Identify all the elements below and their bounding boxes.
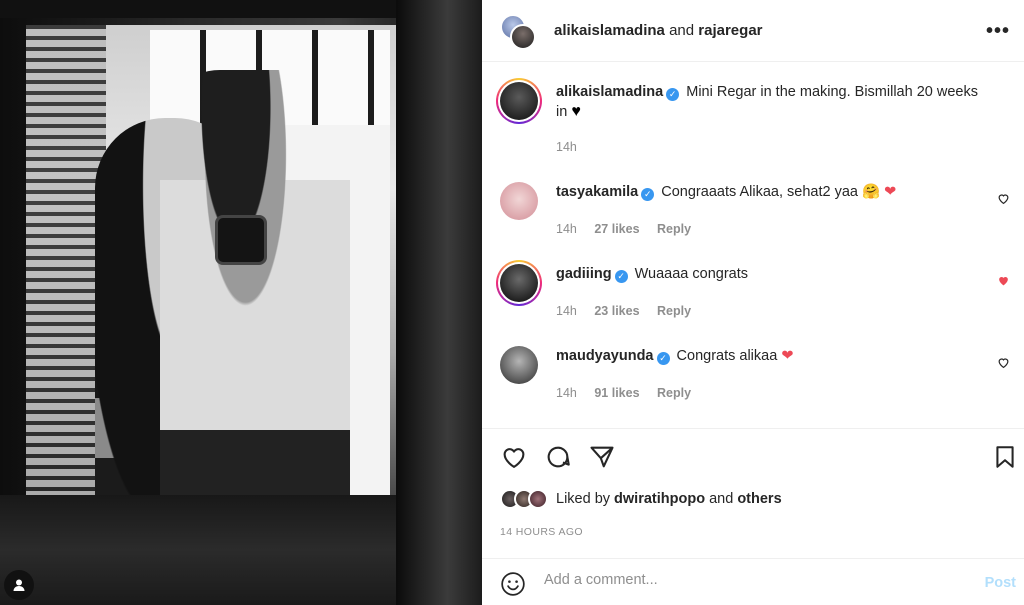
comment-meta: 14h 27 likes Reply	[556, 222, 705, 236]
caption-meta: 14h	[556, 140, 591, 154]
verified-icon: ✓	[614, 270, 628, 283]
comment-bubble-icon[interactable]	[544, 443, 572, 471]
comment-time[interactable]: 14h	[556, 222, 577, 236]
caption-time[interactable]: 14h	[556, 140, 577, 154]
more-horizontal-icon[interactable]: •••	[986, 20, 1010, 43]
avatar	[500, 264, 538, 302]
comment-likes[interactable]: 23 likes	[594, 304, 639, 318]
comment-body: Congraaats Alikaa, sehat2 yaa	[661, 184, 858, 200]
comment-text: tasyakamila ✓ Congraaats Alikaa, sehat2 y…	[556, 182, 986, 202]
photo-right-edge	[396, 0, 482, 605]
comment-meta: 14h 23 likes Reply	[556, 304, 705, 318]
comment-input[interactable]	[544, 572, 944, 588]
comment-emoji: 🤗 ❤	[861, 184, 897, 200]
liked-by-joiner: and	[709, 491, 734, 507]
caption-username[interactable]: alikaislamadina	[556, 84, 663, 100]
header-avatars[interactable]	[500, 14, 540, 50]
verified-icon: ✓	[656, 352, 670, 365]
like-heart-icon[interactable]	[500, 443, 528, 471]
comment-text: gadiiing ✓ Wuaaaa congrats	[556, 264, 986, 284]
comment-likes[interactable]: 27 likes	[594, 222, 639, 236]
tagged-user-icon[interactable]	[4, 570, 34, 600]
comment-emoji: ❤	[781, 348, 794, 364]
comment-body: Congrats alikaa	[676, 348, 778, 364]
share-send-icon[interactable]	[588, 443, 616, 471]
comment-username[interactable]: tasyakamila	[556, 184, 638, 200]
heart-emoji: ♥	[571, 103, 581, 120]
avatar	[528, 489, 548, 509]
photo-camera	[215, 215, 267, 265]
post-header: alikaislamadina and rajaregar •••	[482, 0, 1024, 62]
liked-by-prefix: Liked by	[556, 491, 611, 507]
reply-button[interactable]: Reply	[657, 304, 691, 318]
comment-username[interactable]: gadiiing	[556, 266, 612, 282]
header-user2[interactable]: rajaregar	[698, 22, 762, 39]
comment-body: Wuaaaa congrats	[634, 266, 749, 282]
post-timestamp[interactable]: 14 HOURS AGO	[500, 526, 583, 538]
header-user1[interactable]: alikaislamadina	[554, 22, 665, 39]
avatar[interactable]	[500, 182, 538, 220]
post-modal: alikaislamadina and rajaregar ••• alikai…	[0, 0, 1024, 605]
comment-time[interactable]: 14h	[556, 304, 577, 318]
post-photo[interactable]	[0, 0, 482, 605]
post-actions: Liked by dwiratihpopo and others 14 HOUR…	[482, 428, 1024, 558]
comment-like-icon[interactable]	[997, 356, 1010, 372]
reply-button[interactable]: Reply	[657, 386, 691, 400]
post-panel: alikaislamadina and rajaregar ••• alikai…	[482, 0, 1024, 605]
post-button[interactable]: Post	[985, 575, 1016, 591]
emoji-smile-icon[interactable]	[500, 571, 526, 602]
liked-by-user[interactable]: dwiratihpopo	[614, 491, 705, 507]
comment-text: maudyayunda ✓ Congrats alikaa ❤	[556, 346, 986, 366]
avatar	[500, 82, 538, 120]
bookmark-icon[interactable]	[992, 443, 1020, 471]
comment-liked-icon[interactable]	[997, 274, 1010, 290]
avatar[interactable]	[500, 346, 538, 384]
liked-by: Liked by dwiratihpopo and others	[500, 489, 782, 509]
comment-like-icon[interactable]	[997, 192, 1010, 208]
comment-time[interactable]: 14h	[556, 386, 577, 400]
photo-blinds	[26, 25, 106, 495]
header-joiner: and	[669, 22, 695, 39]
verified-icon: ✓	[666, 88, 680, 101]
reply-button[interactable]: Reply	[657, 222, 691, 236]
header-usernames: alikaislamadina and rajaregar	[554, 22, 763, 39]
comment-likes[interactable]: 91 likes	[594, 386, 639, 400]
photo-man	[160, 70, 350, 540]
verified-icon: ✓	[641, 188, 655, 201]
caption-text: alikaislamadina ✓ Mini Regar in the makin…	[556, 82, 986, 122]
comment-username[interactable]: maudyayunda	[556, 348, 654, 364]
comment-meta: 14h 91 likes Reply	[556, 386, 705, 400]
liked-by-others[interactable]: others	[737, 491, 781, 507]
add-comment-bar: Post	[482, 558, 1024, 605]
avatar	[510, 24, 536, 50]
